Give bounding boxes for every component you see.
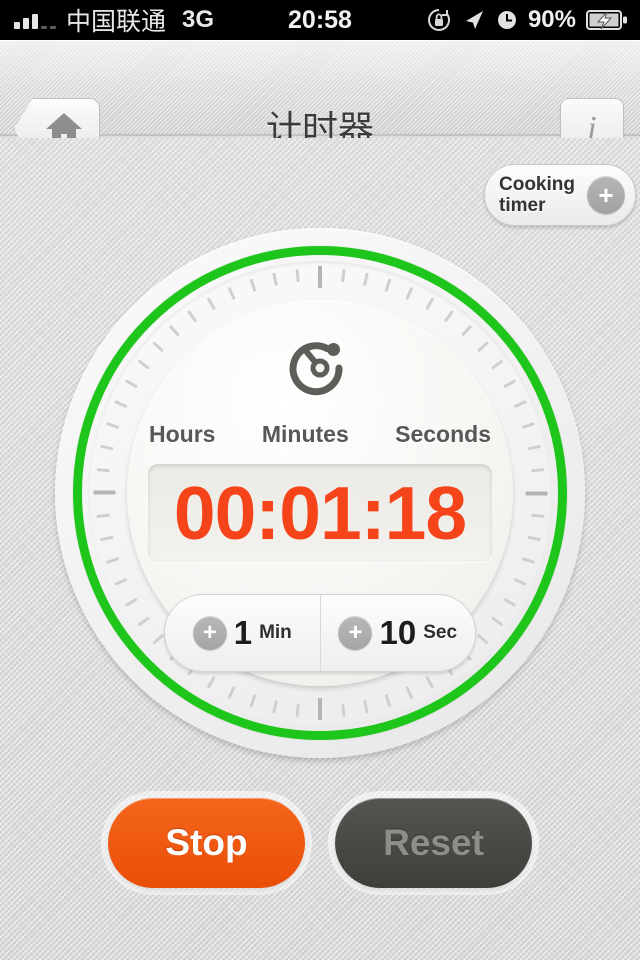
battery-percent-label: 90% xyxy=(527,6,576,33)
location-arrow-icon xyxy=(465,11,483,29)
status-bar-right: 90% xyxy=(426,6,640,34)
add-one-minute-button[interactable]: + 1 Min xyxy=(165,595,320,671)
add-cooking-timer-icon[interactable]: + xyxy=(587,176,625,214)
battery-charging-icon xyxy=(586,10,627,30)
add-minute-unit: Min xyxy=(259,622,292,643)
time-display-value: 00:01:18 xyxy=(173,471,467,555)
unit-label-hours: Hours xyxy=(149,421,216,447)
stop-button[interactable]: Stop xyxy=(108,798,305,888)
cooking-timer-button[interactable]: Cooking timer + xyxy=(484,164,636,226)
alarm-clock-icon xyxy=(497,11,516,29)
unit-label-minutes: Minutes xyxy=(261,421,349,447)
plus-icon: + xyxy=(338,616,373,650)
navigation-bar: 计时器 i xyxy=(0,40,640,160)
reset-button[interactable]: Reset xyxy=(335,798,532,888)
rotation-lock-icon xyxy=(427,9,450,31)
add-ten-seconds-button[interactable]: + 10 Sec xyxy=(319,595,476,671)
status-bar: 中国联通 3G 20:58 90% xyxy=(0,0,640,40)
add-time-segmented-control: + 1 Min + 10 Sec xyxy=(164,594,476,672)
timer-dial[interactable]: Hours Minutes Seconds 00:01:18 + 1 Min +… xyxy=(55,228,585,758)
unit-label-seconds: Seconds xyxy=(395,421,491,447)
dial-face: Hours Minutes Seconds 00:01:18 + 1 Min +… xyxy=(127,300,513,686)
action-button-row: Stop Reset xyxy=(0,798,640,888)
add-second-unit: Sec xyxy=(423,622,458,643)
plus-icon: + xyxy=(192,616,227,650)
main-content: Cooking timer + Hours Minutes Seconds 00… xyxy=(0,138,640,960)
unit-labels: Hours Minutes Seconds xyxy=(127,421,513,448)
cooking-timer-label-line1: Cooking xyxy=(499,174,575,195)
add-second-amount: 10 xyxy=(379,614,417,651)
stopwatch-icon xyxy=(289,342,343,396)
time-display[interactable]: 00:01:18 xyxy=(148,464,492,562)
cooking-timer-label: Cooking timer xyxy=(499,174,580,216)
cooking-timer-label-line2: timer xyxy=(499,195,546,216)
add-minute-amount: 1 xyxy=(233,614,253,651)
